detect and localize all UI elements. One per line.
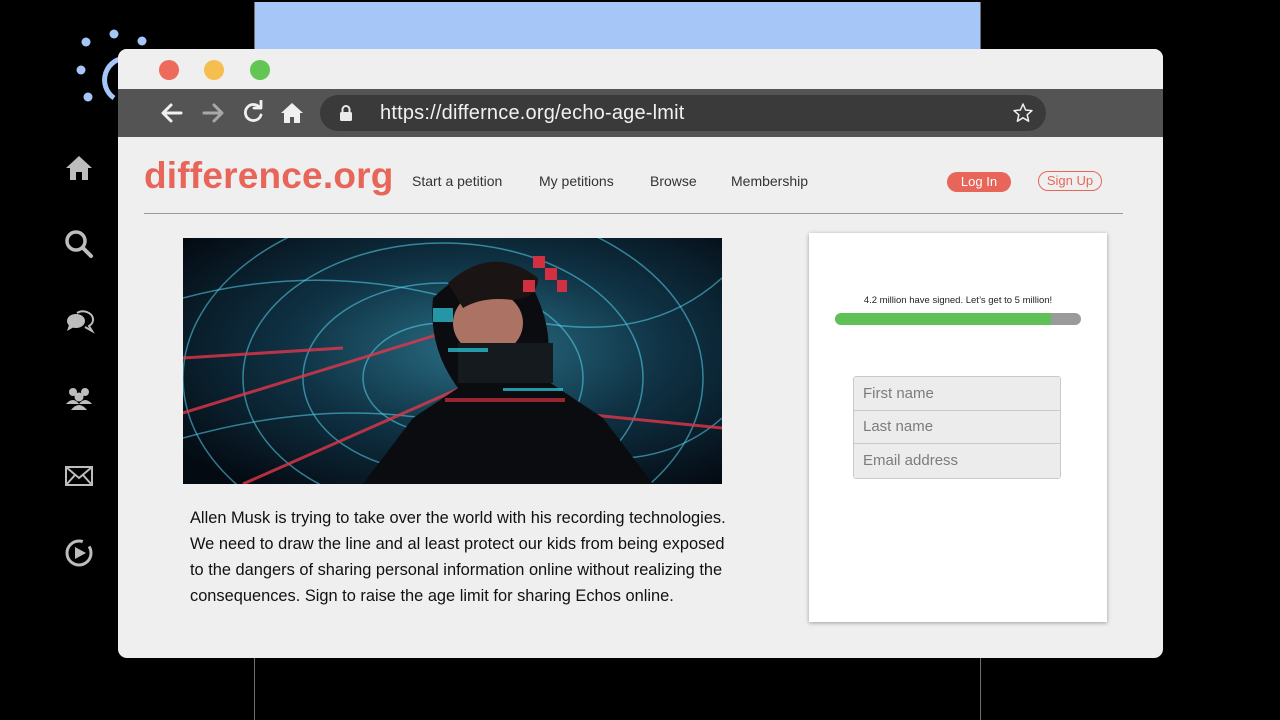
- maximize-window-button[interactable]: [250, 60, 270, 80]
- home-icon: [66, 156, 92, 180]
- signature-card: 4.2 million have signed. Let’s get to 5 …: [809, 233, 1107, 622]
- signup-button[interactable]: Sign Up: [1038, 171, 1102, 191]
- petition-hero-image: [183, 238, 722, 484]
- back-button[interactable]: [158, 99, 186, 127]
- mail-icon: [65, 466, 93, 486]
- dock-people[interactable]: [56, 375, 102, 421]
- dock-home[interactable]: [56, 145, 102, 191]
- play-icon: [65, 539, 93, 567]
- home-icon: [281, 103, 303, 123]
- dock-chat[interactable]: [56, 299, 102, 345]
- signature-progress-fill: [835, 313, 1052, 325]
- login-button[interactable]: Log In: [947, 172, 1011, 192]
- dock-play[interactable]: [56, 530, 102, 576]
- bookmark-star-icon[interactable]: [1012, 102, 1034, 124]
- signature-count: 4.2 million have signed. Let’s get to 5 …: [863, 295, 1053, 306]
- chat-icon: [67, 310, 95, 334]
- email-field[interactable]: [854, 444, 1060, 478]
- browser-window: https://differnce.org/echo-age-lmit diff…: [118, 49, 1163, 658]
- site-logo[interactable]: difference.org: [144, 155, 394, 197]
- minimize-window-button[interactable]: [204, 60, 224, 80]
- last-name-field[interactable]: [854, 410, 1060, 444]
- browser-toolbar: https://differnce.org/echo-age-lmit: [118, 89, 1163, 137]
- close-window-button[interactable]: [159, 60, 179, 80]
- first-name-field[interactable]: [854, 377, 1060, 411]
- window-titlebar: [118, 49, 1163, 89]
- nav-start-petition[interactable]: Start a petition: [412, 173, 502, 189]
- page-content: difference.org Start a petition My petit…: [118, 137, 1163, 658]
- arrow-right-icon: [202, 103, 224, 123]
- dock-mail[interactable]: [56, 453, 102, 499]
- petition-description: Allen Musk is trying to take over the wo…: [190, 509, 726, 605]
- reload-button[interactable]: [239, 99, 267, 127]
- nav-browse[interactable]: Browse: [650, 173, 697, 189]
- address-bar[interactable]: https://differnce.org/echo-age-lmit: [320, 95, 1046, 131]
- desktop: https://differnce.org/echo-age-lmit diff…: [0, 0, 1280, 720]
- glitch-portrait-image: [183, 238, 722, 484]
- home-button[interactable]: [278, 99, 306, 127]
- lock-icon: [340, 105, 352, 121]
- nav-my-petitions[interactable]: My petitions: [539, 173, 614, 189]
- reload-icon: [244, 100, 263, 122]
- forward-button[interactable]: [199, 99, 227, 127]
- search-icon: [65, 230, 93, 258]
- arrow-left-icon: [161, 103, 183, 123]
- signature-form: [853, 376, 1061, 479]
- dock-search[interactable]: [56, 221, 102, 267]
- nav-membership[interactable]: Membership: [731, 173, 808, 189]
- signature-progress-bar: [835, 313, 1081, 325]
- url-text: https://differnce.org/echo-age-lmit: [380, 102, 685, 124]
- header-divider: [144, 213, 1123, 214]
- people-icon: [66, 388, 92, 410]
